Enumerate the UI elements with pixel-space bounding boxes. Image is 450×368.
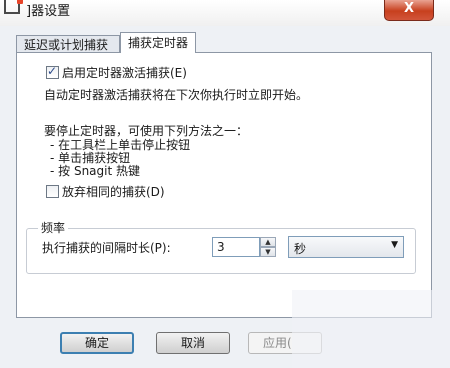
- enable-timer-label: 启用定时器激活捕获(E): [62, 66, 187, 80]
- enable-timer-checkbox[interactable]: ✓: [46, 64, 59, 79]
- interval-unit-select[interactable]: 秒 ▼: [288, 236, 404, 258]
- watermark-overlay: [292, 290, 450, 368]
- discard-duplicate-checkbox[interactable]: [46, 185, 59, 198]
- interval-unit-value: 秒: [294, 242, 307, 256]
- close-button[interactable]: X: [384, 0, 434, 21]
- stop-method-hotkey: - 按 Snagit 热键: [50, 164, 141, 178]
- title-bar: ]器设置 X: [0, 0, 450, 26]
- app-icon: [4, 0, 23, 14]
- frequency-group-title: 频率: [38, 219, 69, 236]
- checkmark-icon: ✓: [47, 64, 58, 78]
- spin-up-icon[interactable]: ▲: [260, 237, 276, 247]
- chevron-down-icon: ▼: [391, 240, 398, 250]
- window-title: ]器设置: [26, 4, 71, 19]
- cancel-button[interactable]: 取消: [156, 332, 230, 354]
- discard-duplicate-label: 放弃相同的捕获(D): [62, 185, 165, 199]
- tab-delay-schedule[interactable]: 延迟或计划捕获: [16, 35, 120, 53]
- tab-capture-timer[interactable]: 捕获定时器: [120, 32, 196, 53]
- spin-down-icon[interactable]: ▼: [260, 247, 276, 257]
- interval-label: 执行捕获的间隔时长(P):: [42, 241, 171, 255]
- ok-button[interactable]: 确定: [60, 332, 134, 354]
- timer-description: 自动定时器激活捕获将在下次你执行时立即开始。: [44, 88, 309, 102]
- interval-spinner[interactable]: ▲ ▼: [260, 237, 276, 257]
- interval-input[interactable]: 3: [212, 237, 260, 257]
